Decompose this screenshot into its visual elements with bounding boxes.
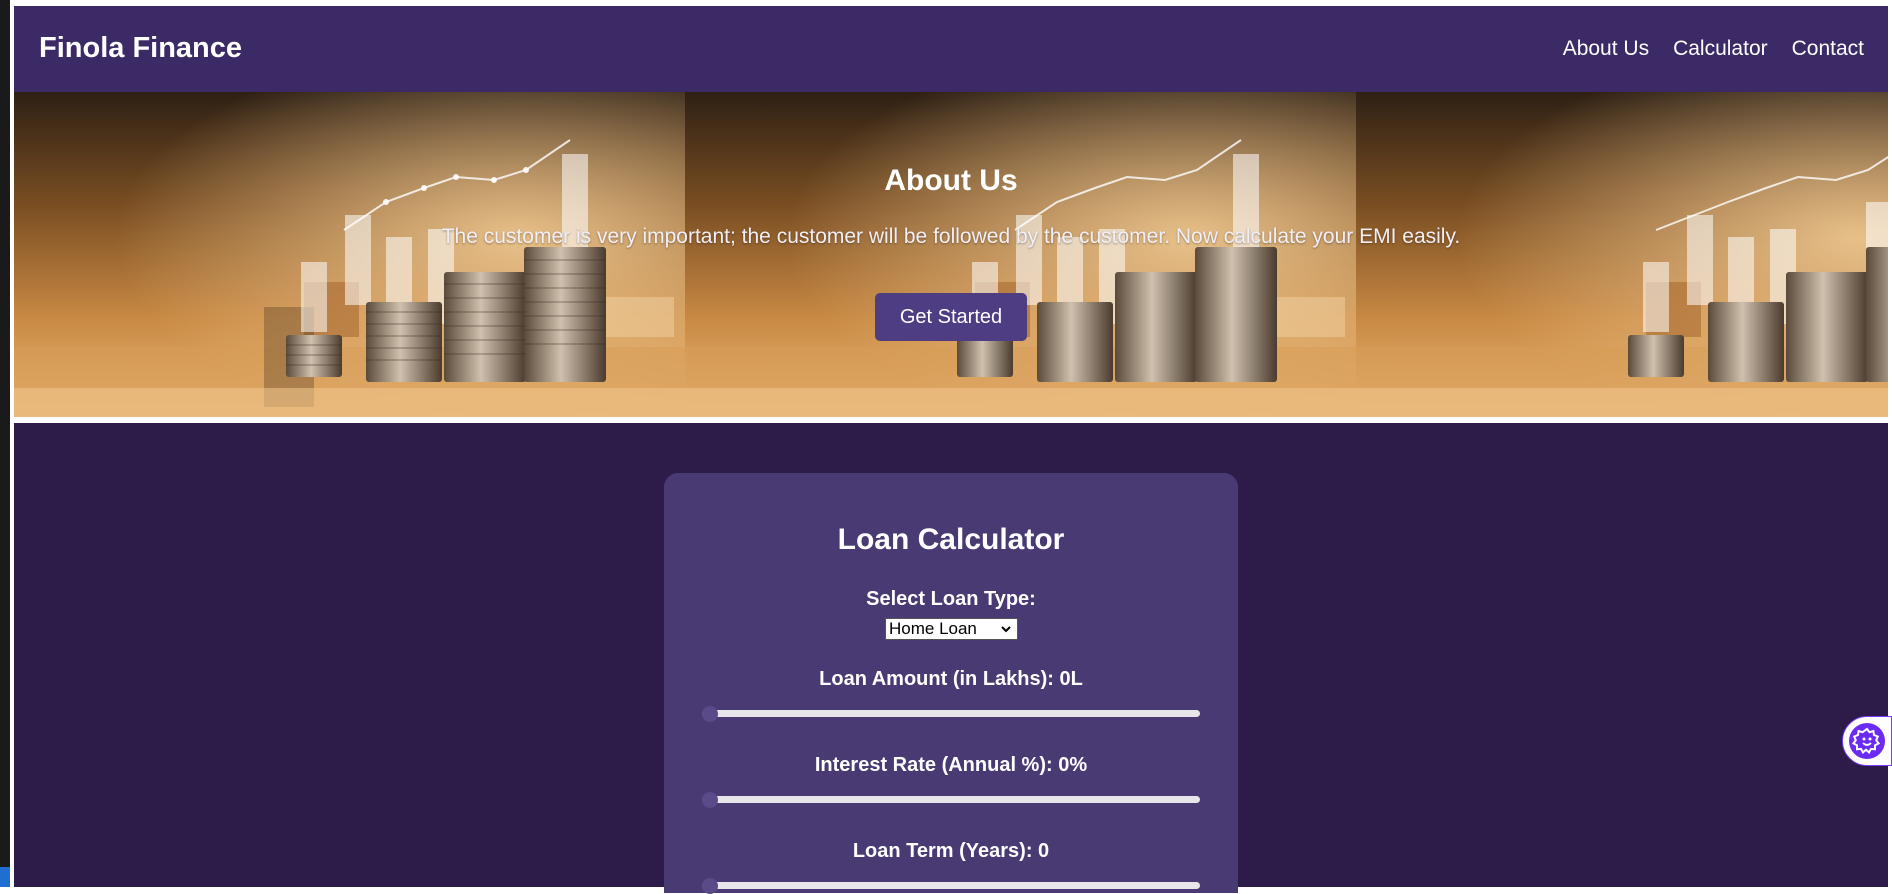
loan-type-select[interactable]: Home Loan: [885, 618, 1018, 640]
loan-term-label: Loan Term (Years): 0: [852, 840, 1050, 862]
nav-link-about[interactable]: About Us: [1563, 37, 1649, 61]
hero-content: About Us The customer is very important;…: [14, 92, 1888, 417]
slider-track: [702, 710, 1200, 717]
loan-calculator-card: Loan Calculator Select Loan Type: Home L…: [664, 473, 1238, 894]
taskbar-accent: [0, 867, 10, 887]
get-started-button[interactable]: Get Started: [875, 293, 1027, 341]
calculator-title: Loan Calculator: [837, 523, 1065, 556]
nav-links: About Us Calculator Contact: [1563, 37, 1864, 61]
slider-thumb[interactable]: [702, 706, 718, 722]
website: Finola Finance About Us Calculator Conta…: [14, 6, 1888, 894]
slider-track: [702, 882, 1200, 889]
loan-amount-slider[interactable]: [702, 706, 1200, 722]
left-window-edge: [0, 0, 10, 887]
slider-thumb[interactable]: [702, 792, 718, 808]
loan-type-label: Select Loan Type:: [866, 588, 1036, 610]
assistant-widget-button[interactable]: [1842, 716, 1892, 766]
hero-banner: About Us The customer is very important;…: [14, 92, 1888, 417]
gear-smile-icon: [1849, 723, 1885, 759]
navbar: Finola Finance About Us Calculator Conta…: [14, 6, 1888, 92]
loan-amount-label: Loan Amount (in Lakhs): 0L: [819, 668, 1083, 690]
slider-thumb[interactable]: [702, 878, 718, 894]
nav-link-contact[interactable]: Contact: [1792, 37, 1864, 61]
brand-logo[interactable]: Finola Finance: [39, 32, 242, 65]
loan-type-selected: Home Loan: [889, 619, 977, 638]
loan-term-slider[interactable]: [702, 878, 1200, 894]
nav-link-calculator[interactable]: Calculator: [1673, 37, 1768, 61]
interest-rate-slider[interactable]: [702, 792, 1200, 808]
hero-title: About Us: [884, 164, 1018, 197]
chevron-down-icon: [1000, 619, 1012, 645]
slider-track: [702, 796, 1200, 803]
interest-rate-label: Interest Rate (Annual %): 0%: [814, 754, 1088, 776]
section-divider: [14, 417, 1888, 423]
hero-description: The customer is very important; the cust…: [441, 225, 1461, 248]
